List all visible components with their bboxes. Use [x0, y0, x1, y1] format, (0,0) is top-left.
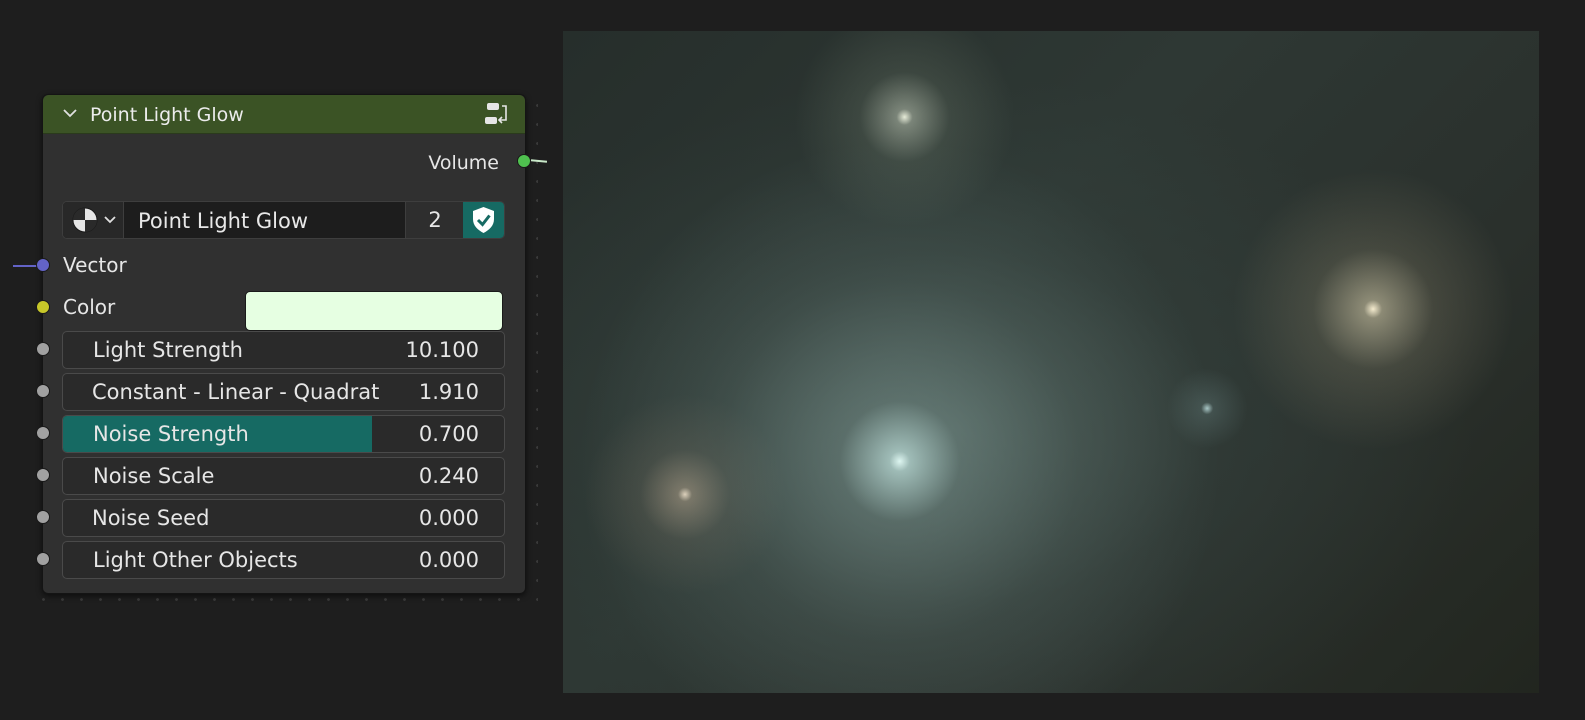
field-label: Light Other Objects [93, 548, 298, 572]
node-group-icon[interactable] [483, 100, 511, 128]
field-value: 1.910 [418, 380, 479, 404]
noise-scale-field[interactable]: Noise Scale 0.240 [62, 457, 505, 495]
field-label: Noise Strength [93, 422, 249, 446]
input-light-strength-socket[interactable] [36, 342, 50, 356]
input-vector-wire [13, 265, 37, 267]
node-header[interactable]: Point Light Glow [43, 95, 525, 134]
output-volume-socket[interactable] [517, 154, 531, 168]
user-count[interactable]: 2 [405, 202, 465, 238]
field-value: 0.000 [418, 506, 479, 530]
browse-node-group-button[interactable] [63, 202, 124, 238]
input-noise-strength-socket[interactable] [36, 426, 50, 440]
noise-seed-field[interactable]: Noise Seed 0.000 [62, 499, 505, 537]
node-title: Point Light Glow [90, 104, 244, 126]
input-noise-scale-socket[interactable] [36, 468, 50, 482]
color-swatch[interactable] [245, 291, 503, 331]
render-preview-image [563, 31, 1539, 693]
field-value: 0.000 [418, 548, 479, 572]
chevron-down-icon[interactable] [63, 108, 77, 118]
input-light-other-objects-socket[interactable] [36, 552, 50, 566]
input-color-label: Color [63, 295, 116, 319]
node-group-name[interactable]: Point Light Glow [138, 209, 308, 233]
field-label: Noise Scale [93, 464, 215, 488]
input-color-socket[interactable] [36, 300, 50, 314]
field-label: Constant - Linear - Quadrat [92, 380, 380, 404]
field-value: 0.240 [418, 464, 479, 488]
input-vector-socket[interactable] [36, 258, 50, 272]
input-noise-seed-socket[interactable] [36, 510, 50, 524]
light-other-objects-field[interactable]: Light Other Objects 0.000 [62, 541, 505, 579]
field-value: 0.700 [418, 422, 479, 446]
input-attenuation-socket[interactable] [36, 384, 50, 398]
node-group-selector[interactable]: Point Light Glow 2 [62, 201, 505, 239]
field-value: 10.100 [405, 338, 479, 362]
fake-user-toggle[interactable] [463, 202, 504, 238]
node-tree-icon [72, 207, 116, 233]
attenuation-field[interactable]: Constant - Linear - Quadrat 1.910 [62, 373, 505, 411]
output-volume-label: Volume [428, 152, 499, 174]
noise-strength-slider[interactable]: Noise Strength 0.700 [62, 415, 505, 453]
output-volume-wire [530, 159, 548, 163]
field-label: Light Strength [93, 338, 243, 362]
input-vector-label: Vector [63, 253, 127, 277]
shield-check-icon [473, 207, 494, 233]
field-label: Noise Seed [92, 506, 210, 530]
light-strength-field[interactable]: Light Strength 10.100 [62, 331, 505, 369]
node-point-light-glow[interactable]: Point Light Glow Volume Point Light Glow… [13, 94, 548, 594]
